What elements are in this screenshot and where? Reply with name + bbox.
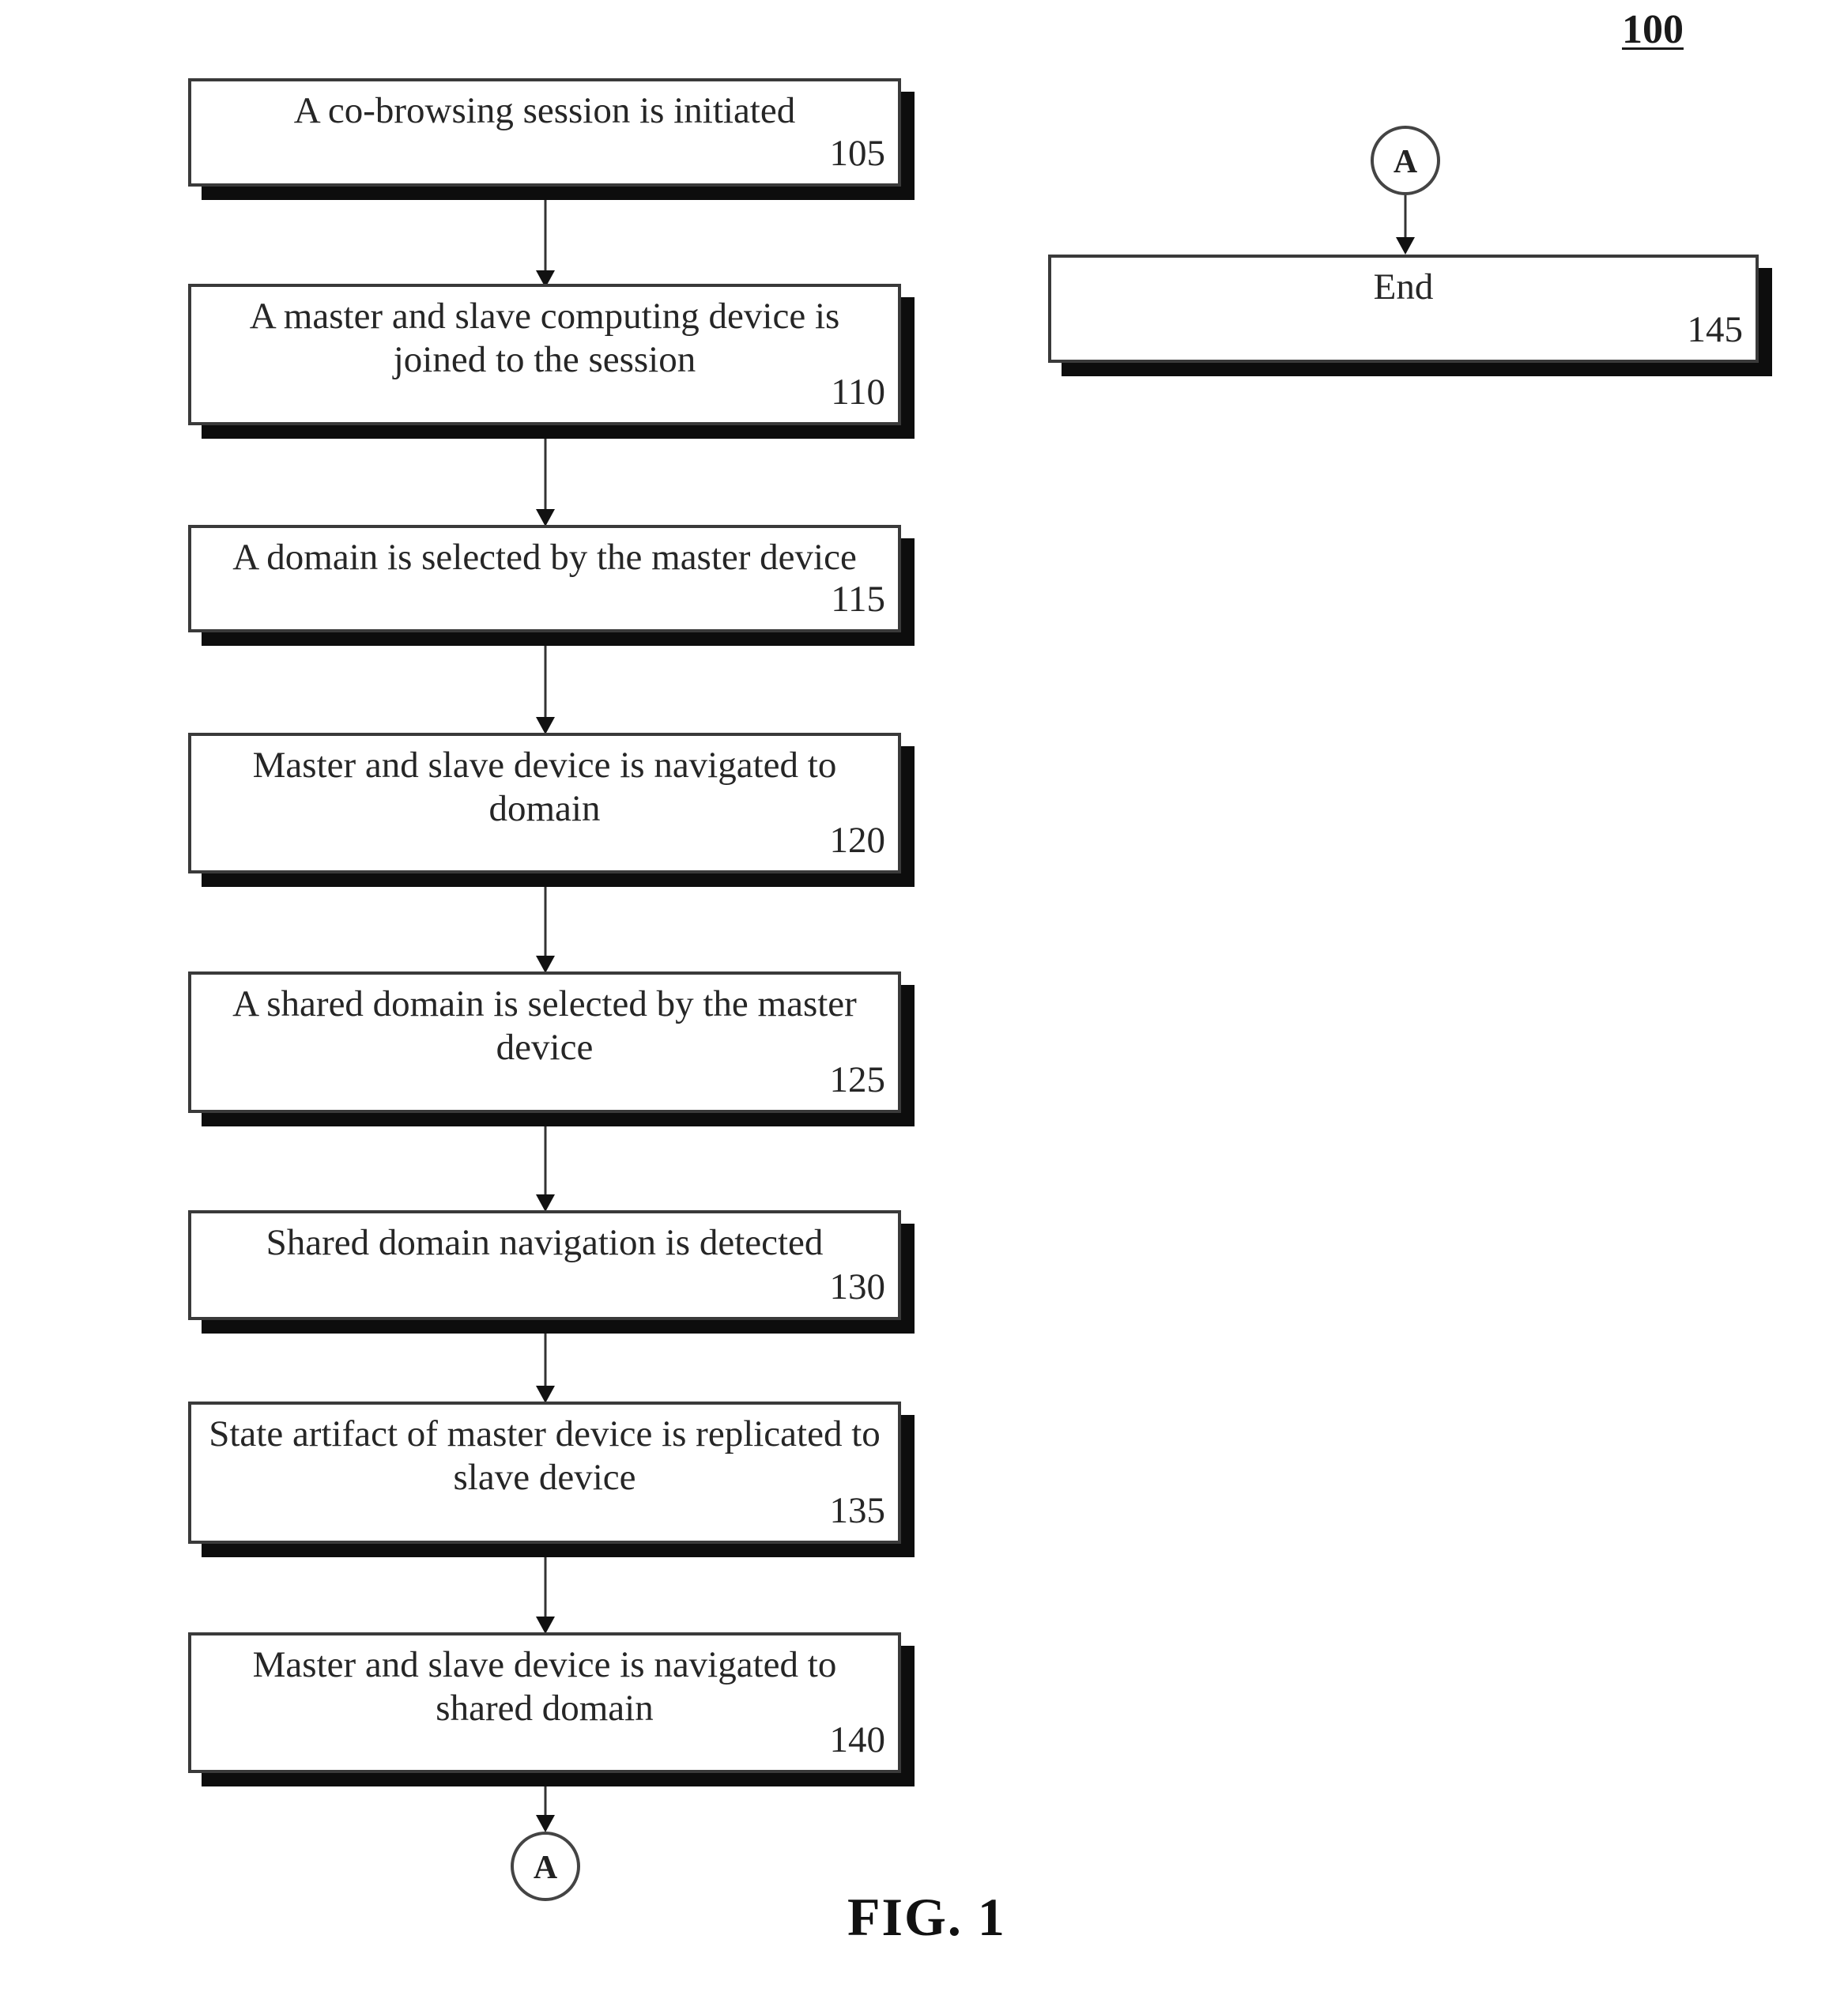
- step-135: State artifact of master device is repli…: [188, 1402, 901, 1544]
- arrowhead-icon: [1396, 237, 1415, 255]
- step-text: State artifact of master device is repli…: [209, 1413, 881, 1498]
- arrowhead-icon: [536, 1617, 555, 1634]
- connector-a-bottom: A: [511, 1832, 580, 1901]
- step-number: 120: [829, 820, 886, 861]
- arrowhead-icon: [536, 717, 555, 734]
- step-120: Master and slave device is navigated to …: [188, 733, 901, 873]
- step-125: A shared domain is selected by the maste…: [188, 971, 901, 1113]
- step-130: Shared domain navigation is detected 130: [188, 1210, 901, 1320]
- step-text: End: [1373, 266, 1434, 307]
- step-number: 105: [829, 133, 886, 174]
- arrowhead-icon: [536, 1815, 555, 1832]
- step-number: 140: [829, 1719, 886, 1760]
- connector-label: A: [534, 1850, 558, 1886]
- step-text: Master and slave device is navigated to …: [252, 1644, 837, 1729]
- step-115: A domain is selected by the master devic…: [188, 525, 901, 632]
- step-145-end: End 145: [1048, 255, 1759, 363]
- step-number: 115: [831, 579, 885, 620]
- arrowhead-icon: [536, 509, 555, 526]
- step-text: A master and slave computing device is j…: [249, 296, 840, 380]
- step-text: A co-browsing session is initiated: [293, 90, 796, 131]
- step-105: A co-browsing session is initiated 105: [188, 78, 901, 187]
- step-110: A master and slave computing device is j…: [188, 284, 901, 425]
- arrowhead-icon: [536, 1386, 555, 1403]
- step-number: 145: [1687, 309, 1744, 350]
- arrowhead-icon: [536, 956, 555, 973]
- step-text: Shared domain navigation is detected: [266, 1222, 824, 1263]
- step-text: Master and slave device is navigated to …: [252, 745, 837, 829]
- step-number: 110: [831, 372, 885, 413]
- arrowhead-icon: [536, 1194, 555, 1212]
- step-number: 125: [829, 1059, 886, 1100]
- figure-caption: FIG. 1: [847, 1887, 1006, 1947]
- step-number: 130: [829, 1266, 886, 1307]
- step-140: Master and slave device is navigated to …: [188, 1632, 901, 1773]
- connector-label: A: [1394, 144, 1418, 180]
- step-number: 135: [829, 1490, 886, 1531]
- connector-a-top: A: [1371, 126, 1440, 195]
- step-text: A domain is selected by the master devic…: [232, 537, 857, 578]
- step-text: A shared domain is selected by the maste…: [232, 983, 857, 1068]
